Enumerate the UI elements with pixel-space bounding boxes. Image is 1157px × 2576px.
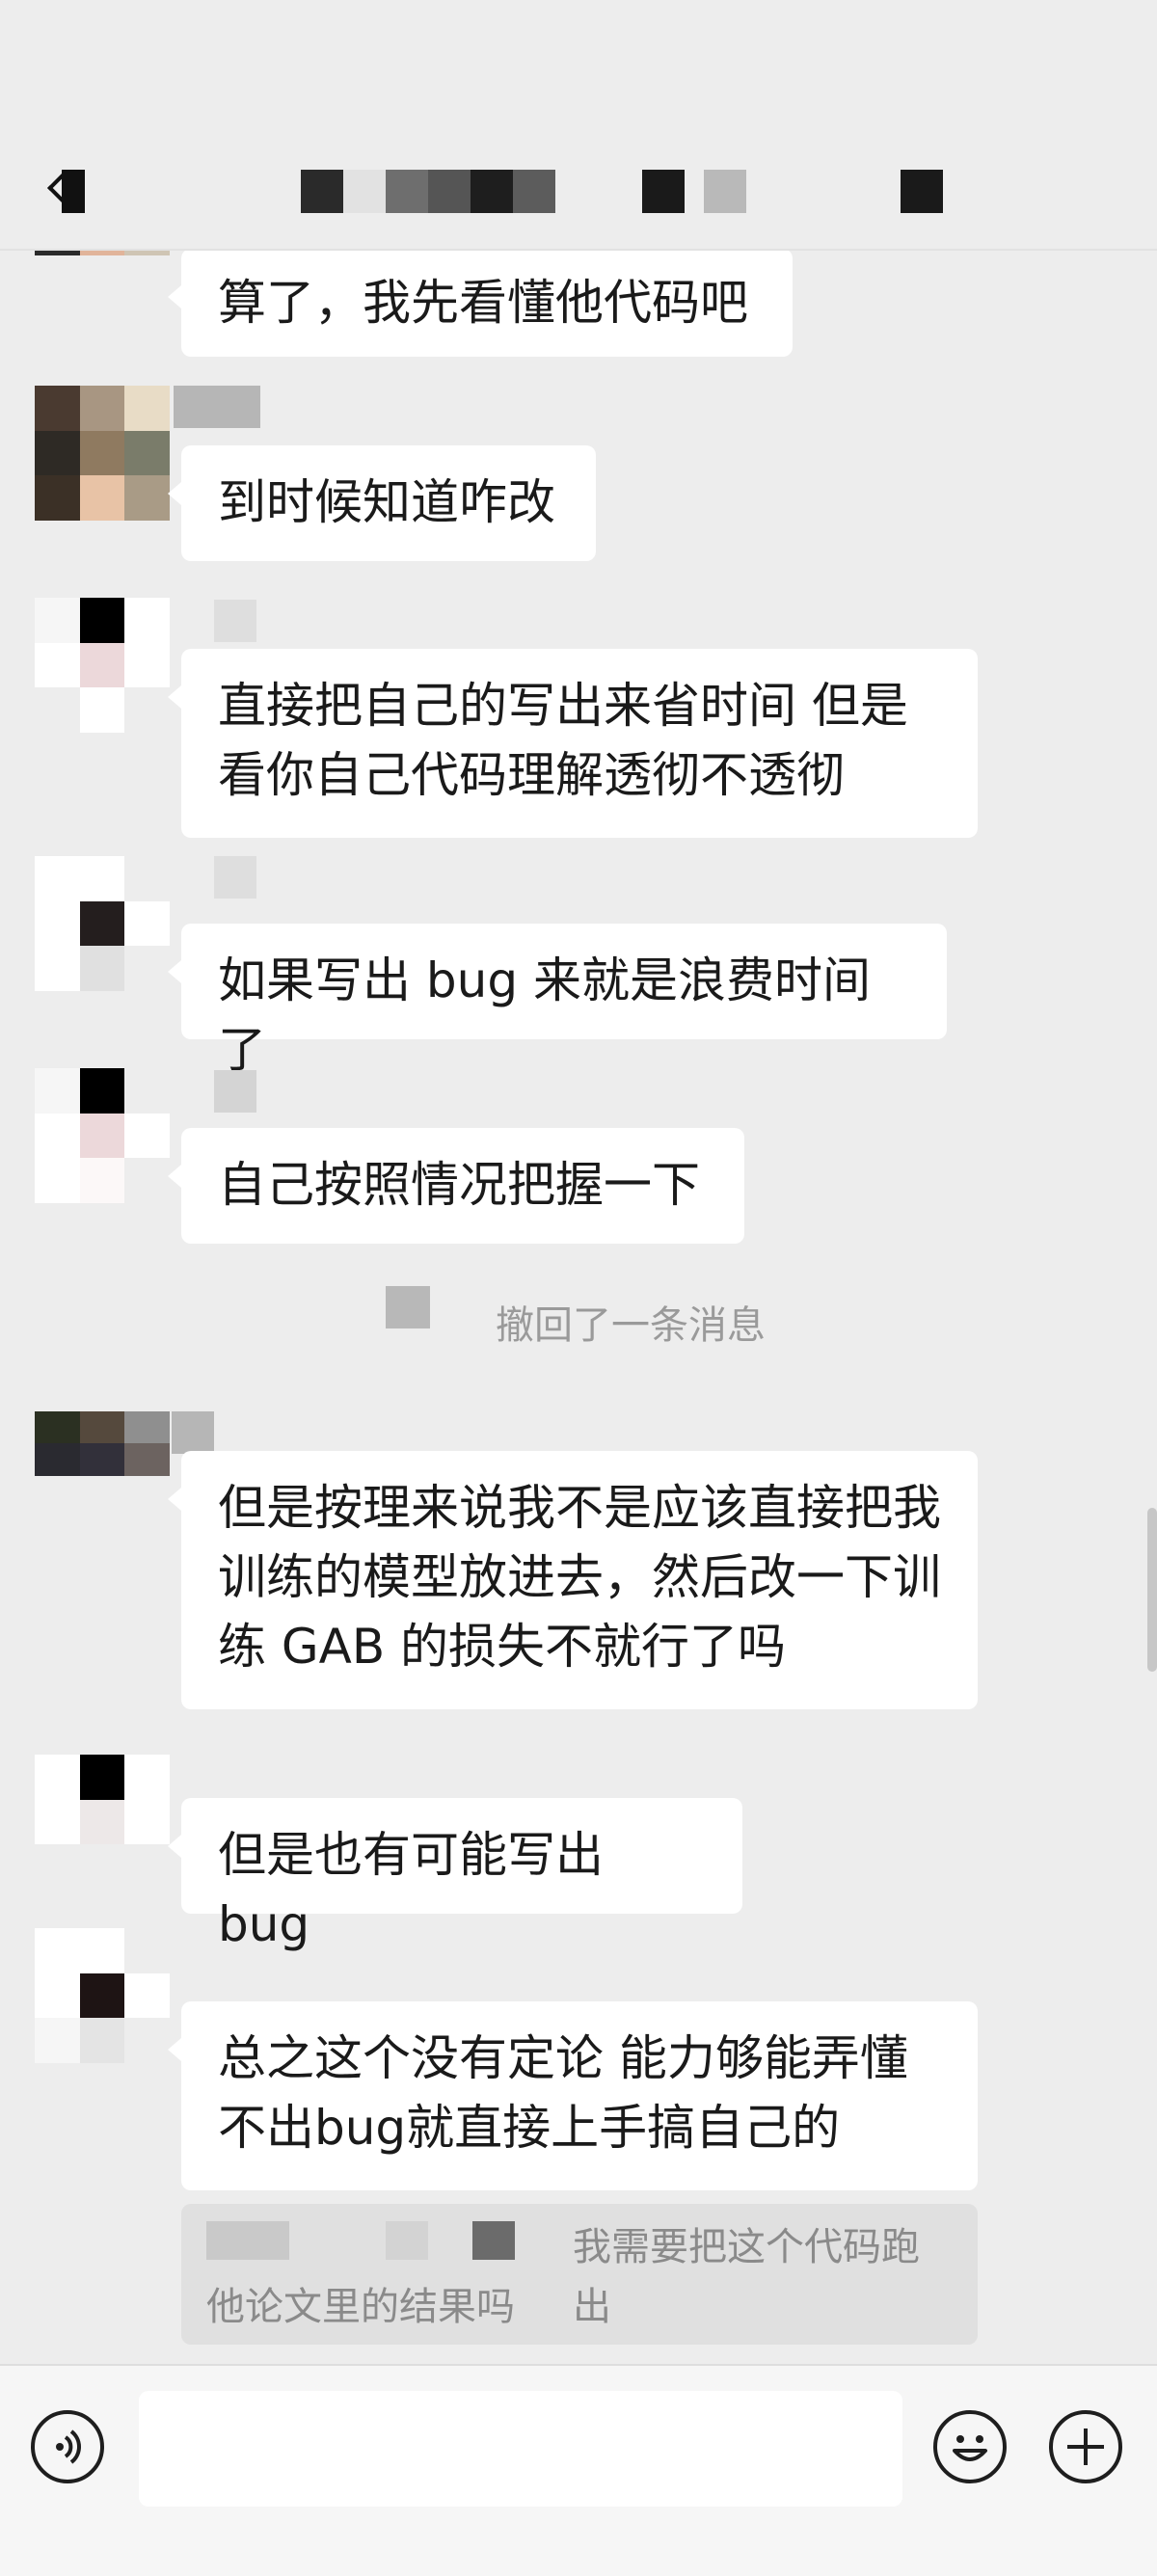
message-bubble[interactable]: 直接把自己的写出来省时间 但是 看你自己代码理解透彻不透彻 [168, 649, 978, 838]
avatar[interactable] [35, 1755, 170, 1890]
chat-title-mask [901, 170, 943, 213]
voice-icon[interactable] [31, 2410, 104, 2483]
chat-title-mask [642, 170, 746, 213]
avatar[interactable] [35, 1928, 170, 2063]
sender-name [214, 1070, 256, 1113]
sender-name [214, 856, 256, 899]
chat-title-mask [62, 170, 85, 213]
sender-name [214, 600, 256, 642]
quoted-message[interactable]: 我需要把这个代码跑出 他论文里的结果吗 [181, 2204, 978, 2345]
message-bubble[interactable]: 总之这个没有定论 能力够能弄懂 不出bug就直接上手搞自己的 [168, 2001, 978, 2190]
avatar[interactable] [35, 598, 170, 733]
emoji-icon[interactable] [933, 2410, 1007, 2483]
message-list[interactable]: 算了，我先看懂他代码吧 到时候知道咋改 直接把自己的写出来省时间 但是 看你自己… [0, 0, 1157, 2364]
scrollbar[interactable] [1147, 1508, 1157, 1672]
message-bubble[interactable]: 如果写出 bug 来就是浪费时间了 [168, 924, 947, 1078]
quote-sender-mask [386, 2221, 428, 2260]
message-bubble[interactable]: 到时候知道咋改 [168, 445, 596, 561]
chat-title-mask [301, 170, 555, 213]
recall-notice: 撤回了一条消息 [0, 1282, 1157, 1359]
recall-user-mask [386, 1286, 430, 1328]
quote-sender-mask [472, 2221, 515, 2260]
avatar[interactable] [35, 1068, 170, 1203]
avatar[interactable] [35, 1411, 170, 1508]
message-bubble[interactable]: 但是按理来说我不是应该直接把我 训练的模型放进去，然后改一下训 练 GAB 的损… [168, 1451, 978, 1709]
recall-notice-text: 撤回了一条消息 [496, 1303, 766, 1348]
quote-line-1: 我需要把这个代码跑出 [573, 2225, 920, 2329]
message-bubble[interactable]: 算了，我先看懂他代码吧 [168, 249, 793, 357]
plus-icon[interactable] [1049, 2410, 1122, 2483]
message-bubble[interactable]: 但是也有可能写出 bug [168, 1798, 742, 1952]
avatar[interactable] [35, 386, 170, 521]
chat-header [0, 0, 1157, 251]
sender-name [172, 1411, 214, 1454]
composer-bar [0, 2364, 1157, 2576]
header-divider [0, 249, 1157, 251]
avatar[interactable] [35, 856, 170, 991]
quote-sender-mask [206, 2221, 289, 2260]
message-bubble[interactable]: 自己按照情况把握一下 [168, 1128, 744, 1244]
message-input[interactable] [139, 2391, 902, 2507]
sender-name [174, 386, 260, 428]
